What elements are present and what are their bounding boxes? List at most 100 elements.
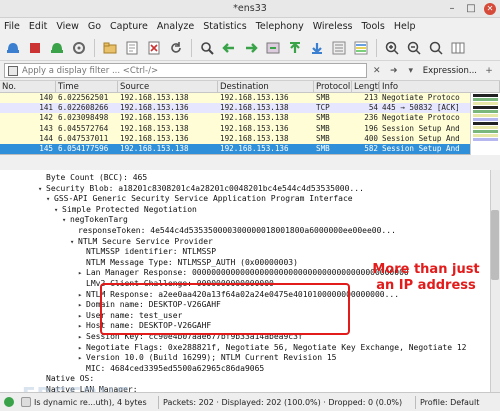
stop-capture-icon[interactable] — [25, 38, 45, 58]
menu-view[interactable]: View — [56, 21, 79, 32]
maximize-icon[interactable]: □ — [465, 3, 477, 15]
packet-cell-time: 6.054177596 — [58, 143, 109, 153]
save-file-icon[interactable] — [122, 38, 142, 58]
expand-arrow-icon[interactable]: ▾ — [70, 237, 78, 248]
packet-row[interactable]: 142 6.023098498 192.168.153.136 192.168.153… — [0, 113, 500, 124]
packet-cell-no: 141 — [39, 103, 53, 113]
add-filter-button-icon[interactable]: + — [482, 63, 496, 78]
expand-arrow-icon[interactable]: ▾ — [46, 194, 54, 205]
menu-file[interactable]: File — [4, 21, 20, 32]
detail-tree-item[interactable]: Byte Count (BCC): 465 — [38, 172, 147, 183]
packet-row[interactable]: 141 6.022608266 192.168.153.136 192.168.153… — [0, 103, 500, 114]
colorize-icon[interactable] — [351, 38, 371, 58]
detail-tree-item[interactable]: NTLM Message Type: NTLMSSP_AUTH (0x00000… — [78, 257, 298, 268]
capture-file-properties-icon[interactable] — [21, 397, 31, 407]
zoom-out-icon[interactable] — [404, 38, 424, 58]
packet-list-header: No. Time Source Destination Protocol Len… — [0, 81, 500, 93]
menu-statistics[interactable]: Statistics — [203, 21, 246, 32]
menu-telephony[interactable]: Telephony — [256, 21, 304, 32]
packet-cell-time: 6.022562501 — [58, 93, 109, 102]
menu-help[interactable]: Help — [394, 21, 416, 32]
go-forward-icon[interactable] — [241, 38, 261, 58]
detail-tree-item[interactable]: ▾ GSS-API Generic Security Service Applic… — [46, 193, 353, 204]
packet-cell-proto: SMB — [316, 133, 330, 143]
open-file-icon[interactable] — [100, 38, 120, 58]
status-separator — [158, 395, 159, 409]
detail-tree-item[interactable]: ▸ Lan Manager Response: 00000000000000000… — [78, 267, 409, 278]
packet-cell-len: 236 — [364, 113, 378, 123]
column-header-protocol[interactable]: Protocol — [314, 81, 352, 92]
packet-row[interactable]: 140 6.022562501 192.168.153.138 192.168.153… — [0, 93, 500, 104]
packet-row[interactable]: 145 6.054177596 192.168.153.138 192.168.153… — [0, 143, 500, 155]
column-header-info[interactable]: Info — [380, 81, 500, 92]
clear-filter-icon[interactable]: ✕ — [370, 63, 384, 78]
menu-analyze[interactable]: Analyze — [157, 21, 194, 32]
packet-cell-no: 143 — [39, 123, 53, 133]
detail-tree-item[interactable]: ▾ Simple Protected Negotiation — [54, 204, 197, 215]
capture-options-icon[interactable] — [69, 38, 89, 58]
menu-bar: File Edit View Go Capture Analyze Statis… — [0, 18, 500, 35]
status-profile[interactable]: Profile: Default — [420, 398, 479, 407]
resize-columns-icon[interactable] — [448, 38, 468, 58]
last-packet-icon[interactable] — [307, 38, 327, 58]
go-to-packet-icon[interactable] — [263, 38, 283, 58]
column-header-no[interactable]: No. — [0, 81, 56, 92]
apply-filter-icon[interactable]: ➜ — [387, 63, 401, 78]
detail-tree-item[interactable]: ▾ NTLM Secure Service Provider — [70, 236, 213, 247]
start-capture-icon[interactable] — [3, 38, 23, 58]
detail-text: Version 10.0 (Build 16299); NTLM Current… — [86, 353, 337, 363]
expression-button[interactable]: Expression... — [421, 66, 479, 76]
find-packet-icon[interactable] — [197, 38, 217, 58]
menu-tools[interactable]: Tools — [361, 21, 384, 32]
close-file-icon[interactable] — [144, 38, 164, 58]
detail-text: NTLMSSP identifier: NTLMSSP — [86, 247, 217, 257]
detail-text: NTLM Secure Service Provider — [78, 236, 213, 246]
packet-minimap[interactable] — [470, 93, 500, 155]
packet-row[interactable]: 144 6.047537011 192.168.153.136 192.168.153… — [0, 133, 500, 144]
detail-text: MIC: 4684ced3395ed5500a62965c86da9065 — [86, 363, 265, 373]
details-scrollbar[interactable] — [490, 170, 500, 392]
reload-icon[interactable] — [166, 38, 186, 58]
zoom-reset-icon[interactable] — [426, 38, 446, 58]
close-icon[interactable]: ✕ — [484, 3, 496, 15]
detail-tree-item[interactable]: ▸ Version 10.0 (Build 16299); NTLM Curren… — [78, 352, 336, 363]
detail-tree-item[interactable]: responseToken: 4e544c4d53535000030000001… — [70, 225, 396, 236]
detail-tree-item[interactable]: MIC: 4684ced3395ed5500a62965c86da9065 — [78, 363, 264, 374]
detail-tree-item[interactable]: ▸ Negotiate Flags: 0xe288821f, Negotiate … — [78, 342, 467, 353]
window-title: *ens33 — [233, 3, 267, 14]
detail-tree-item[interactable]: NTLMSSP identifier: NTLMSSP — [78, 246, 216, 257]
autoscroll-icon[interactable] — [329, 38, 349, 58]
display-filter-input[interactable] — [22, 65, 366, 76]
status-packet-stats: Packets: 202 · Displayed: 202 (100.0%) ·… — [163, 397, 403, 407]
display-filter-field — [4, 63, 367, 78]
menu-capture[interactable]: Capture — [110, 21, 148, 32]
go-back-icon[interactable] — [219, 38, 239, 58]
column-header-source[interactable]: Source — [118, 81, 218, 92]
packet-row[interactable]: 143 6.045572764 192.168.153.138 192.168.153… — [0, 123, 500, 134]
detail-text: NTLM Message Type: NTLMSSP_AUTH (0x00000… — [86, 257, 298, 267]
restart-capture-icon[interactable] — [47, 38, 67, 58]
details-scroll-thumb[interactable] — [491, 210, 499, 280]
zoom-in-icon[interactable] — [382, 38, 402, 58]
minimize-icon[interactable]: – — [446, 3, 458, 15]
expand-arrow-icon[interactable]: ▾ — [54, 205, 62, 216]
capture-status-icon[interactable] — [4, 397, 14, 407]
column-header-time[interactable]: Time — [56, 81, 118, 92]
menu-go[interactable]: Go — [88, 21, 101, 32]
expand-arrow-icon[interactable]: ▾ — [38, 184, 46, 195]
packet-cell-src: 192.168.153.136 — [120, 133, 189, 143]
menu-wireless[interactable]: Wireless — [313, 21, 353, 32]
detail-tree-item[interactable]: ▾ negTokenTarg — [62, 214, 128, 225]
packet-cell-len: 400 — [364, 133, 378, 143]
detail-text: Negotiate Flags: 0xe288821f, Negotiate 5… — [86, 342, 467, 352]
column-header-length[interactable]: Length — [352, 81, 380, 92]
menu-edit[interactable]: Edit — [29, 21, 47, 32]
bookmark-icon[interactable] — [8, 65, 18, 76]
first-packet-icon[interactable] — [285, 38, 305, 58]
display-filter-bar: ✕ ➜ ▾ Expression... + — [0, 61, 500, 81]
expand-arrow-icon[interactable]: ▾ — [62, 215, 70, 226]
packet-cell-no: 140 — [39, 93, 53, 102]
detail-tree-item[interactable]: ▾ Security Blob: a18201c8308201c4a28201c0… — [38, 183, 364, 194]
column-header-destination[interactable]: Destination — [218, 81, 314, 92]
recent-filters-icon[interactable]: ▾ — [404, 63, 418, 78]
